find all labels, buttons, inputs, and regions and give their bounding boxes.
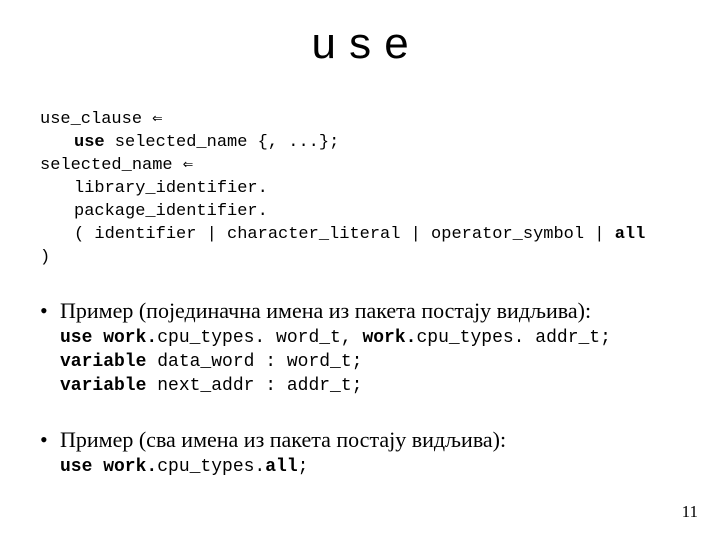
grammar-line-1: use_clause ⇐	[40, 110, 162, 129]
page-number: 11	[682, 502, 698, 522]
grammar-block: use_clause ⇐ use selected_name {, ...}; …	[40, 86, 690, 270]
grammar-line-5: package_identifier.	[40, 202, 268, 221]
t: next_addr : addr_t;	[157, 376, 362, 396]
t: use_clause	[40, 110, 152, 129]
bullet-dot-icon: •	[40, 298, 60, 324]
kw-all: all	[615, 225, 646, 244]
t: cpu_types. word_t,	[157, 328, 362, 348]
grammar-line-3: selected_name ⇐	[40, 156, 193, 175]
t: cpu_types. addr_t;	[416, 328, 610, 348]
kw: variable	[60, 376, 157, 396]
t: ;	[298, 457, 309, 477]
t: cpu_types.	[157, 457, 265, 477]
grammar-line-2: use selected_name {, ...};	[40, 133, 339, 152]
bullet-1-text: Пример (појединачна имена из пакета пост…	[60, 298, 690, 324]
t: selected_name	[40, 156, 183, 175]
arrow-icon: ⇐	[183, 156, 193, 175]
slide-title: use	[40, 22, 690, 72]
grammar-line-4: library_identifier.	[40, 179, 268, 198]
example-1: use work.cpu_types. word_t, work.cpu_typ…	[60, 326, 690, 399]
kw: use work.	[60, 328, 157, 348]
kw: variable	[60, 352, 157, 372]
slide: use use_clause ⇐ use selected_name {, ..…	[0, 0, 720, 540]
bullet-2-text: Пример (сва имена из пакета постају видљ…	[60, 427, 690, 453]
bullet-2: • Пример (сва имена из пакета постају ви…	[40, 427, 690, 453]
t: data_word : word_t;	[157, 352, 362, 372]
kw-all: all	[265, 457, 297, 477]
kw-use: use	[74, 133, 105, 152]
example-2: use work.cpu_types.all;	[60, 455, 690, 479]
bullet-dot-icon: •	[40, 427, 60, 453]
arrow-icon: ⇐	[152, 110, 162, 129]
grammar-line-6: ( identifier | character_literal | opera…	[40, 225, 645, 244]
kw: use work.	[60, 457, 157, 477]
t: selected_name	[105, 133, 258, 152]
bullet-1: • Пример (појединачна имена из пакета по…	[40, 298, 690, 324]
grammar-line-7: )	[40, 248, 50, 267]
t: ;	[329, 133, 339, 152]
kw: work.	[362, 328, 416, 348]
t: ( identifier | character_literal | opera…	[74, 225, 615, 244]
t: {, ...}	[258, 133, 329, 152]
